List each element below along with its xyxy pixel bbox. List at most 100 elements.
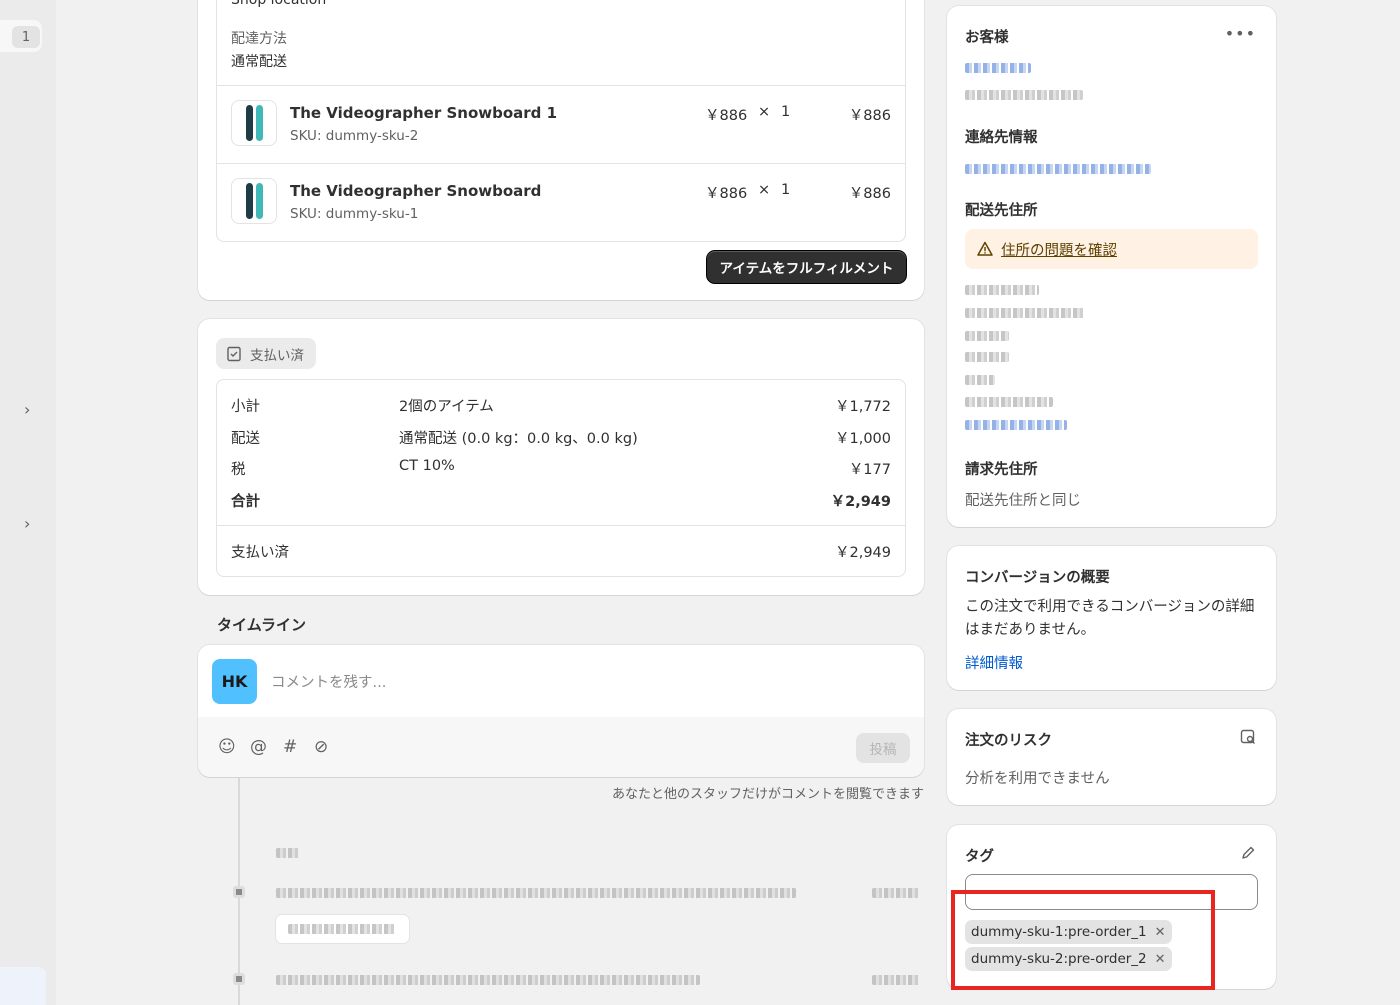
- shipping-row: 配送 通常配送 (0.0 kg：0.0 kg、0.0 kg) ￥1,000: [231, 427, 891, 449]
- contact-title: 連絡先情報: [965, 130, 1038, 146]
- row-desc: 2個のアイテム: [399, 399, 494, 415]
- tax-row: 税 CT 10% ￥177: [231, 458, 891, 480]
- shop-location: Shop location: [231, 0, 327, 8]
- line-total: ￥886: [848, 108, 891, 124]
- comment-top: HK コメントを残す...: [198, 645, 924, 717]
- product-title[interactable]: The Videographer Snowboard 1: [290, 104, 557, 122]
- fulfillment-card: Shop location 配達方法 通常配送 The Videographer…: [198, 0, 924, 300]
- redacted-date: [276, 848, 300, 858]
- attachment-icon[interactable]: ⊘: [314, 737, 328, 757]
- conversion-card: コンバージョンの概要 この注文で利用できるコンバージョンの詳細はまだありません。…: [947, 546, 1276, 690]
- order-risk-desc: 分析を利用できません: [965, 771, 1110, 787]
- post-button[interactable]: 投稿: [856, 733, 910, 763]
- delivery-method-value: 通常配送: [231, 54, 287, 70]
- receipt-check-icon: [227, 346, 241, 361]
- product-sku: SKU: dummy-sku-1: [290, 206, 419, 222]
- payment-status-label: 支払い済: [250, 347, 304, 364]
- annotation-highlight-box: [951, 890, 1215, 990]
- timeline-title: タイムライン: [217, 616, 306, 634]
- address-warning-link[interactable]: 住所の問題を確認: [1001, 239, 1117, 260]
- row-amount: ￥177: [848, 462, 891, 478]
- comment-input[interactable]: コメントを残す...: [271, 671, 386, 692]
- row-label: 配送: [231, 431, 260, 447]
- paid-row: 支払い済 ￥2,949: [231, 541, 891, 563]
- paid-amount: ￥2,949: [834, 545, 891, 561]
- subtotal-row: 小計 2個のアイテム ￥1,772: [231, 395, 891, 417]
- product-thumbnail[interactable]: [231, 100, 277, 146]
- row-amount: ￥1,000: [834, 431, 891, 447]
- payment-summary: 小計 2個のアイテム ￥1,772 配送 通常配送 (0.0 kg：0.0 kg…: [216, 379, 906, 577]
- timeline-dot: [233, 886, 245, 898]
- product-sku: SKU: dummy-sku-2: [290, 128, 419, 144]
- risk-analysis-icon[interactable]: [1240, 729, 1256, 745]
- redacted-event[interactable]: [276, 888, 796, 898]
- customer-title: お客様: [965, 30, 1009, 46]
- multiply-sign: ×: [758, 182, 771, 198]
- divider: [217, 525, 905, 526]
- warning-icon: [977, 241, 993, 256]
- timeline-dot: [233, 973, 245, 985]
- row-label: 税: [231, 462, 246, 478]
- line-item: The Videographer Snowboard 1 SKU: dummy-…: [217, 85, 905, 163]
- row-label: 合計: [231, 494, 260, 510]
- billing-address-title: 請求先住所: [965, 462, 1038, 478]
- fulfill-items-button[interactable]: アイテムをフルフィルメント: [707, 251, 906, 283]
- redacted-map-link[interactable]: [965, 420, 1067, 430]
- chevron-right-icon[interactable]: ›: [24, 400, 30, 419]
- learn-more-link[interactable]: 詳細情報: [965, 652, 1023, 673]
- redacted-address-line: [965, 308, 1085, 318]
- redacted-event[interactable]: [276, 975, 700, 985]
- redacted-time: [872, 975, 920, 985]
- tags-title: タグ: [965, 849, 994, 865]
- redacted-address-line: [965, 375, 995, 385]
- line-item: The Videographer Snowboard SKU: dummy-sk…: [217, 163, 905, 241]
- product-title[interactable]: The Videographer Snowboard: [290, 182, 541, 200]
- pencil-icon[interactable]: [1240, 845, 1256, 861]
- multiply-sign: ×: [758, 104, 771, 120]
- redacted-address-line: [965, 352, 1009, 362]
- row-desc[interactable]: CT 10%: [399, 458, 455, 474]
- payment-status-badge: 支払い済: [216, 338, 316, 369]
- left-sidebar: 1 › ›: [0, 0, 56, 1005]
- shipping-address-title: 配送先住所: [965, 203, 1038, 219]
- nav-count-badge: 1: [12, 26, 40, 48]
- comment-composer: HK コメントを残す... ☺ @ # ⊘ 投稿: [198, 645, 924, 777]
- staff-only-note: あなたと他のスタッフだけがコメントを閲覧できます: [611, 787, 924, 802]
- row-label: 小計: [231, 399, 260, 415]
- paid-label: 支払い済: [231, 545, 289, 561]
- redacted-time: [872, 888, 920, 898]
- redacted-address-line: [965, 331, 1009, 341]
- avatar: HK: [212, 659, 257, 704]
- hashtag-icon[interactable]: #: [283, 737, 297, 757]
- conversion-title: コンバージョンの概要: [965, 570, 1110, 586]
- unit-price: ￥886: [705, 108, 748, 124]
- total-row: 合計 ￥2,949: [231, 490, 891, 512]
- row-amount: ￥2,949: [830, 494, 891, 510]
- fulfillment-inner: Shop location 配達方法 通常配送 The Videographer…: [216, 0, 906, 242]
- chevron-right-icon[interactable]: ›: [24, 514, 30, 533]
- redacted-email[interactable]: [965, 164, 1151, 174]
- redacted-address-line: [965, 285, 1039, 295]
- redacted-address-line: [965, 397, 1053, 407]
- nav-item-bottom[interactable]: [0, 967, 46, 1005]
- more-icon[interactable]: •••: [1225, 24, 1256, 43]
- order-risk-card: 注文のリスク 分析を利用できません: [947, 709, 1276, 805]
- quantity: 1: [781, 104, 791, 120]
- conversion-desc: この注文で利用できるコンバージョンの詳細はまだありません。: [965, 599, 1255, 638]
- payment-card: 支払い済 小計 2個のアイテム ￥1,772 配送 通常配送 (0.0 kg：0…: [198, 319, 924, 595]
- billing-address-value: 配送先住所と同じ: [965, 493, 1081, 509]
- emoji-icon[interactable]: ☺: [218, 737, 236, 757]
- delivery-method-label: 配達方法: [231, 31, 287, 47]
- redacted-customer-name[interactable]: [965, 63, 1031, 73]
- order-risk-title: 注文のリスク: [965, 733, 1052, 749]
- line-total: ￥886: [848, 186, 891, 202]
- mention-icon[interactable]: @: [250, 737, 267, 757]
- row-desc: 通常配送 (0.0 kg：0.0 kg、0.0 kg): [399, 431, 638, 447]
- resend-email-button[interactable]: [276, 915, 409, 943]
- redacted-order-count: [965, 90, 1083, 100]
- unit-price: ￥886: [705, 186, 748, 202]
- product-thumbnail[interactable]: [231, 178, 277, 224]
- address-warning[interactable]: 住所の問題を確認: [965, 229, 1258, 269]
- quantity: 1: [781, 182, 791, 198]
- row-amount: ￥1,772: [834, 399, 891, 415]
